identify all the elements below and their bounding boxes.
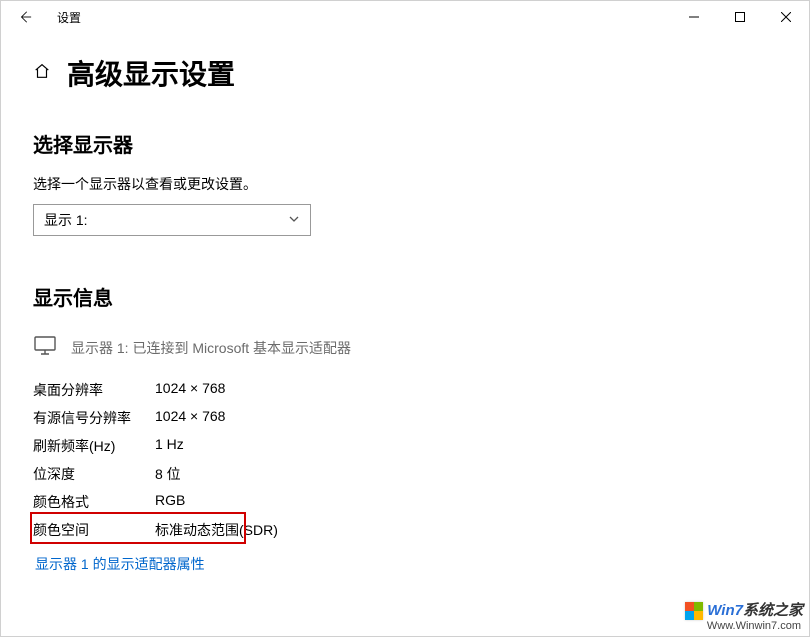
info-key: 有源信号分辨率	[33, 408, 155, 428]
watermark: Win7系统之家 Www.Winwin7.com	[685, 602, 803, 632]
display-adapter-properties-link[interactable]: 显示器 1 的显示适配器属性	[33, 548, 207, 578]
titlebar: 设置	[1, 1, 809, 33]
page-header: 高级显示设置	[33, 53, 777, 93]
table-row: 刷新频率(Hz) 1 Hz	[33, 436, 777, 456]
display-info-table: 桌面分辨率 1024 × 768 有源信号分辨率 1024 × 768 刷新频率…	[33, 380, 777, 540]
back-button[interactable]	[7, 1, 43, 33]
info-val: 1024 × 768	[155, 380, 225, 400]
windows-logo-icon	[685, 602, 703, 620]
select-display-heading: 选择显示器	[33, 129, 777, 158]
info-val: RGB	[155, 492, 185, 512]
info-val: 标准动态范围(SDR)	[155, 520, 278, 540]
info-key: 颜色空间	[33, 520, 155, 540]
arrow-left-icon	[18, 10, 32, 24]
page-title: 高级显示设置	[67, 53, 235, 93]
maximize-button[interactable]	[717, 1, 763, 33]
minimize-button[interactable]	[671, 1, 717, 33]
info-val: 1024 × 768	[155, 408, 225, 428]
table-row: 位深度 8 位	[33, 464, 777, 484]
info-key: 刷新频率(Hz)	[33, 436, 155, 456]
watermark-url: Www.Winwin7.com	[685, 620, 801, 632]
info-key: 桌面分辨率	[33, 380, 155, 400]
watermark-brand: Win7系统之家	[707, 603, 803, 620]
info-key: 颜色格式	[33, 492, 155, 512]
display-info-heading: 显示信息	[33, 282, 777, 311]
maximize-icon	[735, 12, 745, 22]
display-select-dropdown[interactable]: 显示 1:	[33, 204, 311, 236]
info-val: 8 位	[155, 464, 181, 484]
monitor-label: 显示器 1: 已连接到 Microsoft 基本显示适配器	[71, 338, 351, 358]
table-row: 颜色空间 标准动态范围(SDR)	[33, 520, 777, 540]
chevron-down-icon	[288, 212, 300, 228]
table-row: 桌面分辨率 1024 × 768	[33, 380, 777, 400]
info-val: 1 Hz	[155, 436, 184, 456]
minimize-icon	[689, 12, 699, 22]
close-icon	[781, 12, 791, 22]
table-row: 有源信号分辨率 1024 × 768	[33, 408, 777, 428]
home-icon[interactable]	[33, 62, 51, 85]
table-row: 颜色格式 RGB	[33, 492, 777, 512]
monitor-icon	[33, 333, 57, 362]
close-button[interactable]	[763, 1, 809, 33]
display-select-value: 显示 1:	[44, 210, 88, 230]
monitor-summary: 显示器 1: 已连接到 Microsoft 基本显示适配器	[33, 333, 777, 362]
window-title: 设置	[57, 9, 81, 26]
info-key: 位深度	[33, 464, 155, 484]
select-display-description: 选择一个显示器以查看或更改设置。	[33, 174, 777, 194]
